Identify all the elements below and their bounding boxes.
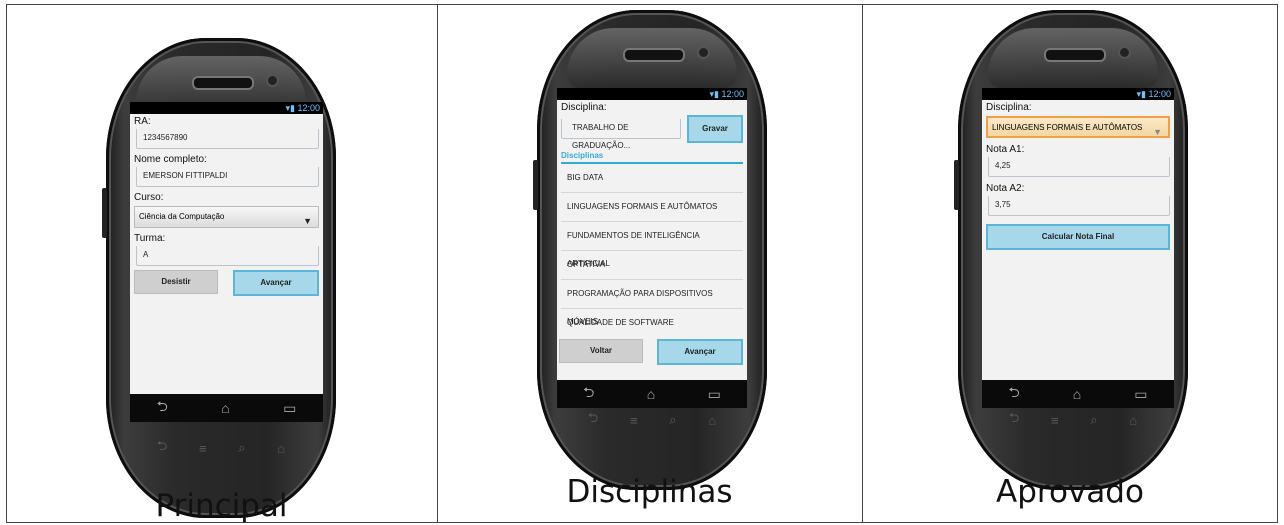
- phone-frame: ▾▮ 12:00 RA: 1234567890 Nome completo: E…: [102, 38, 336, 518]
- status-bar: ▾▮ 12:00: [130, 102, 323, 114]
- avancar-button[interactable]: Avançar: [657, 339, 743, 365]
- caption-disciplinas: Disciplinas: [566, 474, 733, 510]
- hardware-keys: ⮌ ≡ ⌕ ⌂: [572, 410, 732, 430]
- status-time: 12:00: [1148, 89, 1171, 99]
- search-key-icon: ⌕: [669, 412, 677, 427]
- ra-label: RA:: [134, 116, 151, 127]
- status-icons: ▾▮: [709, 89, 722, 99]
- list-item[interactable]: PROGRAMAÇÃO PARA DISPOSITIVOS MÓVEIS: [561, 280, 743, 326]
- ra-field[interactable]: 1234567890: [136, 129, 319, 149]
- speaker-icon: [192, 76, 254, 90]
- list-item[interactable]: BIG DATA: [561, 164, 743, 193]
- search-key-icon: ⌕: [1090, 412, 1098, 427]
- speaker-icon: [623, 48, 685, 62]
- turma-label: Turma:: [134, 233, 166, 244]
- nome-label: Nome completo:: [134, 154, 207, 165]
- home-icon[interactable]: ⌂: [647, 386, 655, 402]
- camera-icon: [697, 46, 710, 59]
- status-icons: ▾▮: [285, 103, 298, 113]
- menu-key-icon: ≡: [198, 440, 207, 456]
- home-key-icon: ⌂: [1129, 412, 1138, 428]
- curso-label: Curso:: [134, 192, 164, 203]
- nav-bar: ⮌ ⌂ ▭: [982, 380, 1174, 408]
- back-key-icon: ⮌: [156, 438, 168, 453]
- back-icon[interactable]: ⮌: [157, 396, 168, 420]
- disciplinas-list: BIG DATA LINGUAGENS FORMAIS E AUTÔMATOS …: [557, 164, 747, 337]
- caption-aprovado: Aprovado: [996, 474, 1144, 510]
- status-time: 12:00: [297, 103, 320, 113]
- voltar-button[interactable]: Voltar: [559, 339, 643, 363]
- hardware-keys: ⮌ ≡ ⌕ ⌂: [141, 438, 301, 458]
- nota-a1-field[interactable]: 4,25: [988, 157, 1170, 177]
- disciplina-spinner[interactable]: LINGUAGENS FORMAIS E AUTÔMATOS ▼: [986, 116, 1170, 138]
- volume-button: [954, 160, 959, 210]
- recent-apps-icon[interactable]: ▭: [283, 400, 296, 417]
- avancar-button[interactable]: Avançar: [233, 270, 319, 296]
- list-item[interactable]: OPTATIVA: [561, 251, 743, 280]
- curso-value: Ciência da Computação: [139, 212, 225, 221]
- list-item[interactable]: QUALIDADE DE SOFTWARE: [561, 309, 743, 337]
- menu-key-icon: ≡: [629, 412, 638, 428]
- phone-frame: ▾▮ 12:00 Disciplina: TRABALHO DE GRADUAÇ…: [533, 10, 767, 490]
- volume-button: [533, 160, 538, 210]
- disciplina-label: Disciplina:: [986, 102, 1032, 113]
- status-bar: ▾▮ 12:00: [557, 88, 747, 100]
- nota-a2-field[interactable]: 3,75: [988, 196, 1170, 216]
- turma-field[interactable]: A: [136, 246, 319, 266]
- menu-key-icon: ≡: [1050, 412, 1059, 428]
- hardware-keys: ⮌ ≡ ⌕ ⌂: [993, 410, 1153, 430]
- screen: ▾▮ 12:00 Disciplina: LINGUAGENS FORMAIS …: [982, 88, 1174, 408]
- home-key-icon: ⌂: [708, 412, 717, 428]
- status-bar: ▾▮ 12:00: [982, 88, 1174, 100]
- calcular-nota-final-button[interactable]: Calcular Nota Final: [986, 224, 1170, 250]
- camera-icon: [266, 74, 279, 87]
- desistir-button[interactable]: Desistir: [134, 270, 218, 294]
- nav-bar: ⮌ ⌂ ▭: [130, 394, 323, 422]
- disciplina-value: LINGUAGENS FORMAIS E AUTÔMATOS: [992, 123, 1143, 132]
- search-key-icon: ⌕: [238, 440, 246, 455]
- home-icon[interactable]: ⌂: [1073, 386, 1081, 402]
- back-key-icon: ⮌: [1008, 410, 1020, 425]
- phone-frame: ▾▮ 12:00 Disciplina: LINGUAGENS FORMAIS …: [954, 10, 1188, 490]
- gravar-button[interactable]: Gravar: [687, 115, 743, 143]
- speaker-icon: [1044, 48, 1106, 62]
- back-key-icon: ⮌: [587, 410, 599, 425]
- disciplinas-list-header: Disciplinas: [561, 151, 743, 164]
- panel-principal: ▾▮ 12:00 RA: 1234567890 Nome completo: E…: [6, 4, 437, 524]
- screen: ▾▮ 12:00 Disciplina: TRABALHO DE GRADUAÇ…: [557, 88, 747, 408]
- nota-a1-label: Nota A1:: [986, 144, 1025, 155]
- home-icon[interactable]: ⌂: [221, 400, 229, 416]
- list-item[interactable]: FUNDAMENTOS DE INTELIGÊNCIA ARTIFICIAL: [561, 222, 743, 268]
- status-time: 12:00: [721, 89, 744, 99]
- volume-button: [102, 188, 107, 238]
- nav-bar: ⮌ ⌂ ▭: [557, 380, 747, 408]
- dropdown-caret-icon: ▼: [1153, 127, 1162, 137]
- recent-apps-icon[interactable]: ▭: [708, 386, 721, 403]
- screen: ▾▮ 12:00 RA: 1234567890 Nome completo: E…: [130, 102, 323, 422]
- disciplina-label: Disciplina:: [561, 102, 607, 113]
- curso-spinner[interactable]: Ciência da Computação ▼: [134, 206, 319, 228]
- panel-disciplinas: ▾▮ 12:00 Disciplina: TRABALHO DE GRADUAÇ…: [437, 4, 862, 523]
- caption-principal: Principal: [155, 488, 288, 524]
- back-icon[interactable]: ⮌: [1009, 382, 1020, 406]
- recent-apps-icon[interactable]: ▭: [1134, 386, 1147, 403]
- list-item[interactable]: LINGUAGENS FORMAIS E AUTÔMATOS: [561, 193, 743, 222]
- status-icons: ▾▮: [1136, 89, 1149, 99]
- camera-icon: [1118, 46, 1131, 59]
- nota-a2-label: Nota A2:: [986, 183, 1025, 194]
- panel-aprovado: ▾▮ 12:00 Disciplina: LINGUAGENS FORMAIS …: [862, 4, 1278, 523]
- home-key-icon: ⌂: [277, 440, 286, 456]
- disciplina-field[interactable]: TRABALHO DE GRADUAÇÃO...: [561, 119, 681, 150]
- back-icon[interactable]: ⮌: [583, 382, 594, 406]
- nome-field[interactable]: EMERSON FITTIPALDI: [136, 167, 319, 187]
- dropdown-caret-icon: ▼: [303, 216, 312, 226]
